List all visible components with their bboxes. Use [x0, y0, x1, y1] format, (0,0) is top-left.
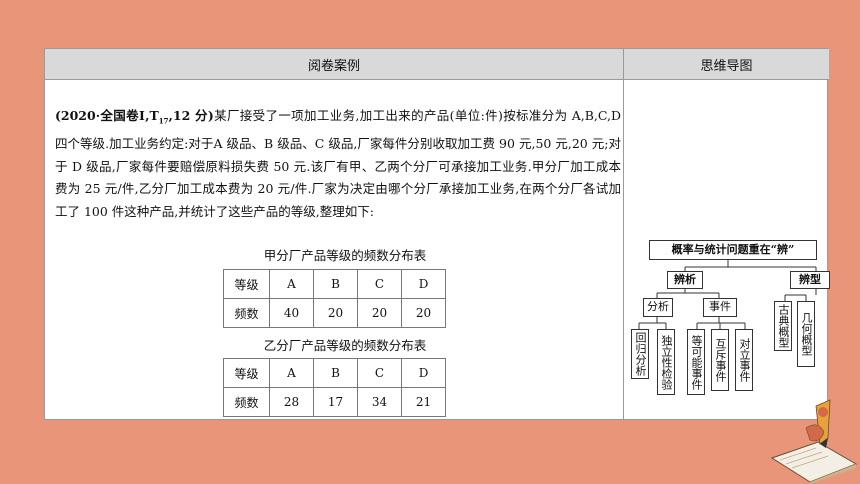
mindmap-leaf: 几何概型	[797, 301, 815, 367]
mindmap-leaf: 互斥事件	[711, 329, 729, 391]
problem-source-sub: 17	[158, 116, 169, 126]
mindmap-branch-type: 辨型	[790, 271, 830, 289]
mindmap-root: 概率与统计问题重在“辨”	[649, 240, 817, 260]
problem-score: ,12 分)	[168, 108, 214, 123]
mindmap-branch-analyze: 辨析	[667, 271, 703, 289]
table-cell: 20	[313, 298, 358, 328]
table-b-title: 乙分厂产品等级的频数分布表	[263, 338, 427, 353]
table-row: 频数 40 20 20 20	[223, 298, 446, 328]
mindmap-sub-analysis: 分析	[643, 298, 673, 317]
mindmap-header-label: 思维导图	[700, 58, 753, 74]
table-cell: 21	[401, 387, 446, 417]
table-row: 等级 A B C D	[223, 358, 446, 388]
mindmap-leaf: 对立事件	[735, 329, 753, 391]
mindmap-header: 思维导图	[623, 49, 829, 80]
slide: 阅卷案例 思维导图 (2020·全国卷Ⅰ,T17,12 分)某厂接受了一项加工业…	[44, 48, 830, 420]
table-cell: 20	[401, 298, 446, 328]
case-header: 阅卷案例	[45, 49, 623, 80]
problem-source: (2020·全国卷Ⅰ,T	[55, 108, 159, 123]
table-cell: A	[269, 358, 314, 388]
problem-body: 某厂接受了一项加工业务,加工出来的产品(单位:件)按标准分为 A,B,C,D 四…	[55, 108, 622, 219]
table-cell: 等级	[223, 358, 270, 388]
mindmap-leaf: 回归分析	[631, 329, 649, 379]
table-a-title: 甲分厂产品等级的频数分布表	[263, 248, 427, 263]
table-cell: B	[313, 358, 358, 388]
case-header-label: 阅卷案例	[307, 58, 360, 74]
table-cell: 频数	[223, 387, 270, 417]
table-cell: 17	[313, 387, 358, 417]
table-cell: 20	[357, 298, 402, 328]
mindmap-sub-event: 事件	[703, 298, 737, 317]
table-cell: 频数	[223, 298, 270, 328]
table-cell: 40	[269, 298, 314, 328]
table-row: 频数 28 17 34 21	[223, 387, 446, 417]
table-cell: A	[269, 269, 314, 299]
mindmap-leaf: 等可能事件	[687, 329, 705, 395]
table-cell: 34	[357, 387, 402, 417]
table-cell: 28	[269, 387, 314, 417]
table-cell: 等级	[223, 269, 270, 299]
table-cell: C	[357, 358, 402, 388]
table-cell: B	[313, 269, 358, 299]
table-b: 等级 A B C D 频数 28 17 34 21	[223, 358, 446, 417]
column-divider	[623, 49, 624, 419]
pencil-book-illustration	[770, 399, 858, 484]
table-cell: C	[357, 269, 402, 299]
table-row: 等级 A B C D	[223, 269, 446, 299]
table-cell: D	[401, 269, 446, 299]
mindmap-leaf: 古典概型	[774, 301, 792, 351]
problem-text: (2020·全国卷Ⅰ,T17,12 分)某厂接受了一项加工业务,加工出来的产品(…	[55, 105, 621, 223]
table-cell: D	[401, 358, 446, 388]
mindmap-leaf: 独立性检验	[657, 329, 675, 395]
table-a: 等级 A B C D 频数 40 20 20 20	[223, 269, 446, 328]
